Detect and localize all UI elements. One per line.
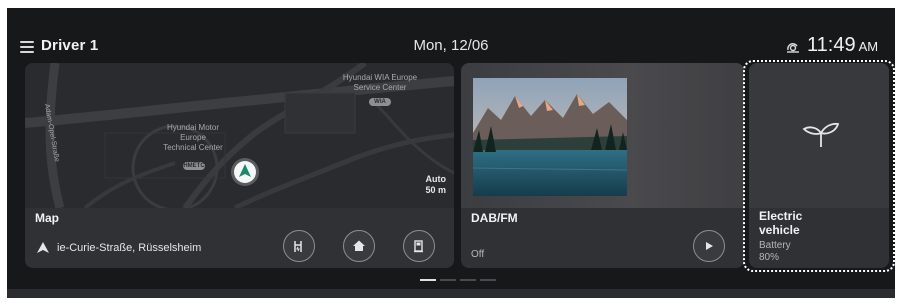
page-indicator[interactable] [440, 279, 456, 281]
fuel-station-button[interactable] [403, 230, 435, 262]
play-icon [706, 242, 713, 250]
radio-widget[interactable]: DAB/FM Off [461, 63, 744, 268]
current-street: ie-Curie-Straße, Rüsselsheim [57, 242, 202, 254]
map-card-title: Map [35, 211, 59, 225]
album-art-background [461, 63, 744, 208]
album-art-image [473, 78, 627, 196]
ev-battery-level: 80% [759, 252, 780, 263]
clock-ampm: AM [858, 39, 879, 54]
radio-card-title: DAB/FM [471, 211, 518, 225]
radio-status: Off [471, 249, 485, 260]
clock: 11:49 AM [807, 34, 878, 57]
poi-badge-icon: HMETC [183, 162, 205, 170]
map-view[interactable]: Hyundai WIA Europe Service Center WIA Hy… [25, 63, 454, 208]
ev-battery-label: Battery [759, 240, 791, 251]
ev-card-title: Electric vehicle [759, 209, 879, 237]
map-scale-mode: Auto [425, 174, 447, 184]
poi-line: Europe [180, 133, 206, 142]
ev-battery-info: Battery 80% [759, 240, 791, 264]
map-scale: Auto 50 m [425, 174, 446, 196]
map-widget[interactable]: Hyundai WIA Europe Service Center WIA Hy… [25, 63, 454, 268]
fuel-pump-icon [414, 240, 423, 253]
electric-vehicle-widget[interactable]: Electric vehicle Battery 80% [749, 63, 889, 268]
page-indicator[interactable] [480, 279, 496, 281]
poi-label-service-center: Hyundai WIA Europe Service Center [325, 73, 435, 93]
navigation-arrow-icon [37, 242, 49, 253]
poi-line: Technical Center [163, 143, 223, 152]
bottom-bar [7, 289, 895, 298]
home-screen: Driver 1 Mon, 12/06 11:49 AM Hyundai WIA… [7, 8, 895, 298]
poi-line: Service Center [353, 83, 407, 92]
clock-time: 11:49 [807, 34, 856, 56]
home-button[interactable] [343, 230, 375, 262]
status-bar: Driver 1 Mon, 12/06 11:49 AM [7, 8, 895, 66]
poi-line: Hyundai Motor [166, 123, 220, 132]
poi-badge-icon: WIA [369, 98, 391, 106]
map-scale-distance: 50 m [425, 185, 446, 195]
connectivity-icon [787, 43, 799, 53]
charging-station-button[interactable] [283, 230, 315, 262]
map-card-footer [25, 208, 454, 268]
ev-leaf-icon [802, 122, 840, 147]
ev-title-line: Electric [759, 209, 803, 223]
landscape-image [473, 78, 627, 196]
current-location-icon [231, 158, 259, 186]
date-display: Mon, 12/06 [413, 37, 489, 54]
play-button[interactable] [693, 230, 725, 262]
ev-title-line: vehicle [759, 223, 800, 237]
home-icon [353, 240, 365, 251]
poi-line: Hyundai WIA Europe [342, 73, 418, 82]
page-indicator-active[interactable] [420, 279, 436, 281]
charging-station-icon [294, 241, 302, 252]
poi-label-tech-center: Hyundai Motor Europe Technical Center [143, 123, 243, 153]
page-indicator[interactable] [460, 279, 476, 281]
